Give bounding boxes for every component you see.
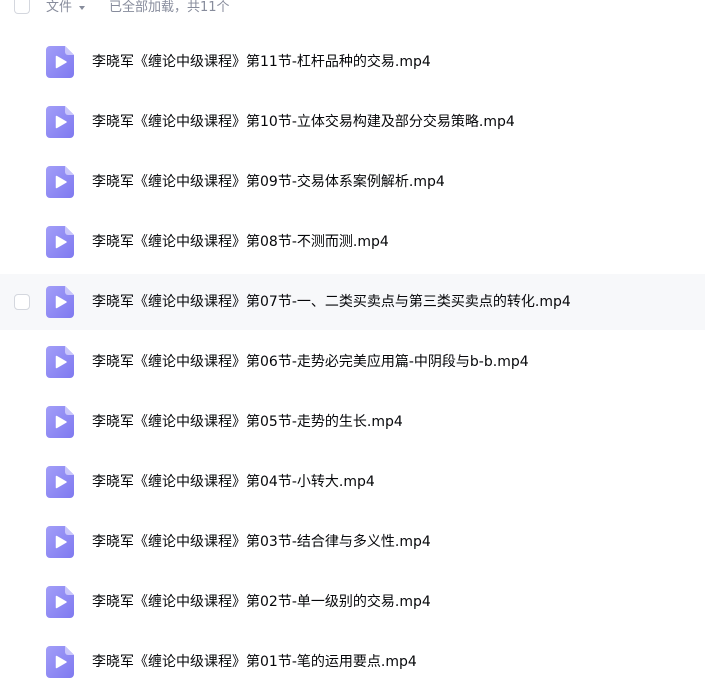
file-name[interactable]: 李晓军《缠论中级课程》第08节-不测而测.mp4 [92, 233, 389, 251]
file-row[interactable]: 李晓军《缠论中级课程》第09节-交易体系案例解析.mp4 [0, 154, 705, 210]
file-row[interactable]: 李晓军《缠论中级课程》第08节-不测而测.mp4 [0, 214, 705, 270]
select-all-checkbox[interactable] [14, 0, 30, 14]
loaded-status: 已全部加载，共11个 [109, 0, 230, 15]
file-row[interactable]: 李晓军《缠论中级课程》第06节-走势必完美应用篇-中阴段与b-b.mp4 [0, 334, 705, 390]
file-name[interactable]: 李晓军《缠论中级课程》第11节-杠杆品种的交易.mp4 [92, 53, 431, 71]
file-row[interactable]: 李晓军《缠论中级课程》第04节-小转大.mp4 [0, 454, 705, 510]
video-file-icon [46, 106, 74, 138]
file-name[interactable]: 李晓军《缠论中级课程》第07节-一、二类买卖点与第三类买卖点的转化.mp4 [92, 293, 571, 311]
file-row[interactable]: 李晓军《缠论中级课程》第10节-立体交易构建及部分交易策略.mp4 [0, 94, 705, 150]
video-file-icon [46, 406, 74, 438]
video-file-icon [46, 166, 74, 198]
file-row[interactable]: 李晓军《缠论中级课程》第01节-笔的运用要点.mp4 [0, 634, 705, 690]
video-file-icon [46, 346, 74, 378]
video-file-icon [46, 46, 74, 78]
video-file-icon [46, 466, 74, 498]
file-row[interactable]: 李晓军《缠论中级课程》第03节-结合律与多义性.mp4 [0, 514, 705, 570]
row-checkbox[interactable] [14, 294, 30, 310]
file-name[interactable]: 李晓军《缠论中级课程》第10节-立体交易构建及部分交易策略.mp4 [92, 113, 515, 131]
file-name[interactable]: 李晓军《缠论中级课程》第04节-小转大.mp4 [92, 473, 375, 491]
caret-down-icon[interactable] [79, 6, 85, 10]
file-name[interactable]: 李晓军《缠论中级课程》第03节-结合律与多义性.mp4 [92, 533, 431, 551]
file-row[interactable]: 李晓军《缠论中级课程》第11节-杠杆品种的交易.mp4 [0, 34, 705, 90]
file-name[interactable]: 李晓军《缠论中级课程》第01节-笔的运用要点.mp4 [92, 653, 417, 671]
file-column-sort[interactable]: 文件 [46, 0, 72, 16]
file-row[interactable]: 李晓军《缠论中级课程》第05节-走势的生长.mp4 [0, 394, 705, 450]
video-file-icon [46, 226, 74, 258]
file-name[interactable]: 李晓军《缠论中级课程》第05节-走势的生长.mp4 [92, 413, 403, 431]
video-file-icon [46, 586, 74, 618]
video-file-icon [46, 646, 74, 678]
list-header: 文件 已全部加载，共11个 [0, 0, 705, 20]
file-name[interactable]: 李晓军《缠论中级课程》第02节-单一级别的交易.mp4 [92, 593, 431, 611]
file-row[interactable]: 李晓军《缠论中级课程》第02节-单一级别的交易.mp4 [0, 574, 705, 630]
video-file-icon [46, 286, 74, 318]
file-row[interactable]: 李晓军《缠论中级课程》第07节-一、二类买卖点与第三类买卖点的转化.mp4 [0, 274, 705, 330]
video-file-icon [46, 526, 74, 558]
file-name[interactable]: 李晓军《缠论中级课程》第09节-交易体系案例解析.mp4 [92, 173, 445, 191]
file-name[interactable]: 李晓军《缠论中级课程》第06节-走势必完美应用篇-中阴段与b-b.mp4 [92, 353, 529, 371]
